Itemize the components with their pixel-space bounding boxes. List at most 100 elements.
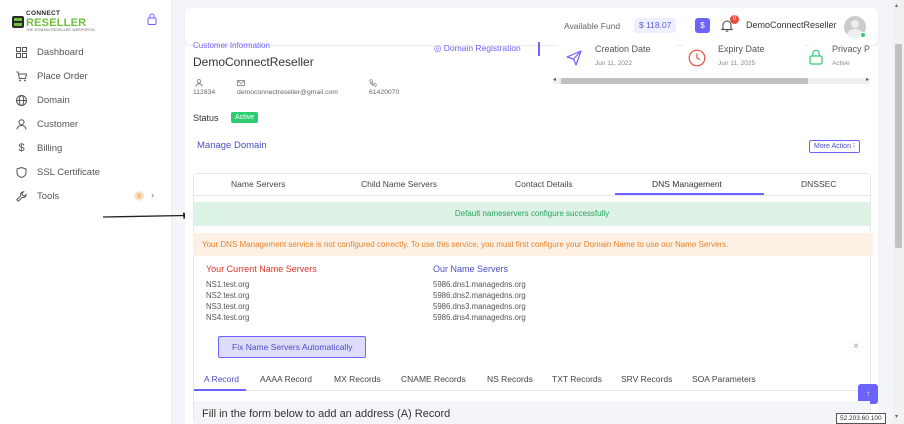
user-icon	[16, 118, 27, 130]
sidebar-item-label: Billing	[37, 142, 63, 154]
online-status-dot	[860, 32, 866, 38]
customer-id: 112834	[193, 89, 216, 96]
sidebar-item-label: Dashboard	[37, 46, 84, 58]
logo-main-text: RESELLER	[26, 16, 87, 29]
clock-icon	[688, 49, 706, 67]
expiry-date-title: Expiry Date	[718, 44, 765, 54]
current-name-servers: Your Current Name Servers NS1.test.org N…	[206, 264, 317, 323]
sidebar-item-domain[interactable]: Domain	[0, 88, 172, 112]
tab-a-record[interactable]: A Record	[204, 374, 239, 384]
domain-tabs: Name Servers Child Name Servers Contact …	[194, 174, 870, 196]
manage-domain-panel: Name Servers Child Name Servers Contact …	[193, 173, 878, 424]
chevron-right-icon[interactable]: ›	[151, 190, 154, 200]
scrollbar-thumb[interactable]	[895, 44, 902, 248]
tab-name-servers[interactable]: Name Servers	[231, 179, 285, 189]
creation-date-value: Jun 11, 2022	[595, 60, 633, 67]
stats-horizontal-scrollbar[interactable]: ◂ ▸	[553, 76, 870, 84]
current-ns-heading: Your Current Name Servers	[206, 264, 317, 274]
sidebar-item-customer[interactable]: Customer	[0, 112, 172, 136]
close-icon[interactable]: ×	[853, 341, 859, 352]
list-item: NS2.test.org	[206, 291, 250, 300]
expiry-date-value: Jun 11, 2025	[718, 60, 756, 67]
domain-registration-label: Domain Registration	[443, 43, 521, 53]
logo-sub-text: THE DOMAIN RESELLER WEBPORTAL	[26, 27, 96, 32]
lock-icon	[809, 49, 823, 65]
tab-srv-records[interactable]: SRV Records	[621, 374, 672, 384]
sidebar-item-label: Tools	[37, 190, 60, 202]
wrench-icon	[16, 190, 27, 202]
list-item: 5986.dns2.managedns.org	[433, 291, 526, 300]
list-item: 5986.dns3.managedns.org	[433, 302, 526, 311]
shield-icon	[16, 166, 27, 178]
list-item: 5986.dns1.managedns.org	[433, 280, 526, 289]
send-icon	[566, 50, 582, 66]
sidebar-nav: Dashboard Place Order Domain Customer $ …	[0, 40, 172, 208]
list-item: NS1.test.org	[206, 280, 250, 289]
available-fund-value: $ 118.07	[634, 18, 677, 33]
a-record-form: Fill in the form below to add an address…	[194, 401, 870, 424]
tab-txt-records[interactable]: TXT Records	[552, 374, 602, 384]
brand-logo[interactable]: CONNECT RESELLER THE DOMAIN RESELLER WEB…	[12, 10, 96, 32]
sidebar-item-label: SSL Certificate	[37, 166, 101, 178]
success-alert: Default nameservers configure successful…	[194, 202, 870, 226]
domain-registration-link[interactable]: ◎ Domain Registration	[434, 43, 521, 54]
tab-contact-details[interactable]: Contact Details	[515, 179, 573, 189]
dollar-icon: $	[18, 142, 25, 154]
add-fund-button[interactable]: $	[695, 18, 710, 33]
our-ns-heading: Our Name Servers	[433, 264, 509, 274]
lock-icon[interactable]	[147, 13, 157, 25]
customer-email: democonnectreseller@gmail.com	[237, 89, 338, 96]
creation-date-card: Creation Date Jun 11, 2022	[558, 44, 676, 76]
sidebar-item-tools[interactable]: Tools 9 ›	[0, 184, 172, 208]
list-item: 5986.dns4.managedns.org	[433, 313, 526, 322]
tab-soa-parameters[interactable]: SOA Parameters	[692, 374, 756, 384]
fix-name-servers-button[interactable]: Fix Name Servers Automatically	[218, 336, 367, 358]
expiry-date-card: Expiry Date Jun 11, 2025	[683, 44, 805, 76]
scroll-down-icon[interactable]: ▾	[895, 413, 898, 420]
customer-info-heading: Customer Information	[193, 41, 270, 50]
tab-cname-records[interactable]: CNAME Records	[401, 374, 466, 384]
our-name-servers: Our Name Servers 5986.dns1.managedns.org…	[433, 264, 526, 323]
scrollbar-thumb[interactable]	[561, 78, 808, 84]
list-item: NS3.test.org	[206, 302, 250, 311]
tab-ns-records[interactable]: NS Records	[487, 374, 533, 384]
tab-mx-records[interactable]: MX Records	[334, 374, 381, 384]
sidebar-item-label: Domain	[37, 94, 70, 106]
list-item: NS4.test.org	[206, 313, 250, 322]
sidebar-item-dashboard[interactable]: Dashboard	[0, 40, 172, 64]
ip-address-tooltip: 52.203.60.100	[836, 413, 886, 424]
tab-dns-management[interactable]: DNS Management	[652, 179, 722, 189]
more-action-button[interactable]: More Action ⁝	[809, 140, 861, 153]
customer-name: DemoConnectReseller	[193, 55, 314, 69]
privacy-title: Privacy P	[832, 44, 871, 54]
scroll-up-icon[interactable]: ▴	[895, 2, 898, 9]
top-header: Available Fund $ 118.07 $ 0 DemoConnectR…	[185, 8, 878, 45]
page-vertical-scrollbar[interactable]: ▴ ▾	[893, 0, 904, 424]
status-badge: Active	[231, 112, 259, 123]
active-tab-indicator	[194, 389, 246, 391]
creation-date-title: Creation Date	[595, 44, 651, 54]
dns-record-tabs: A Record AAAA Record MX Records CNAME Re…	[194, 369, 870, 391]
logo-icon	[12, 15, 24, 28]
sidebar-item-place-order[interactable]: Place Order	[0, 64, 172, 88]
manage-domain-title: Manage Domain	[197, 140, 267, 151]
sidebar-item-label: Customer	[37, 118, 79, 130]
main-content: Customer Information ◎ Domain Registrati…	[185, 41, 878, 424]
tab-aaaa-record[interactable]: AAAA Record	[260, 374, 312, 384]
grid-icon	[16, 46, 27, 58]
privacy-card: Privacy P Active	[809, 44, 871, 76]
cart-icon	[16, 71, 27, 82]
arrow-right-icon	[103, 212, 192, 219]
user-icon	[195, 79, 203, 87]
form-title: Fill in the form below to add an address…	[202, 408, 451, 420]
warning-alert: Your DNS Management service is not confi…	[193, 233, 873, 256]
scroll-left-icon[interactable]: ◂	[553, 76, 556, 83]
available-fund-label: Available Fund	[564, 21, 621, 31]
sidebar-item-billing[interactable]: $ Billing	[0, 136, 172, 160]
scroll-right-icon[interactable]: ▸	[866, 76, 869, 83]
globe-icon	[16, 94, 27, 106]
tab-child-name-servers[interactable]: Child Name Servers	[361, 179, 437, 189]
sidebar-item-ssl-certificate[interactable]: SSL Certificate	[0, 160, 172, 184]
tab-dnssec[interactable]: DNSSEC	[801, 179, 836, 189]
user-name[interactable]: DemoConnectReseller	[746, 20, 837, 30]
